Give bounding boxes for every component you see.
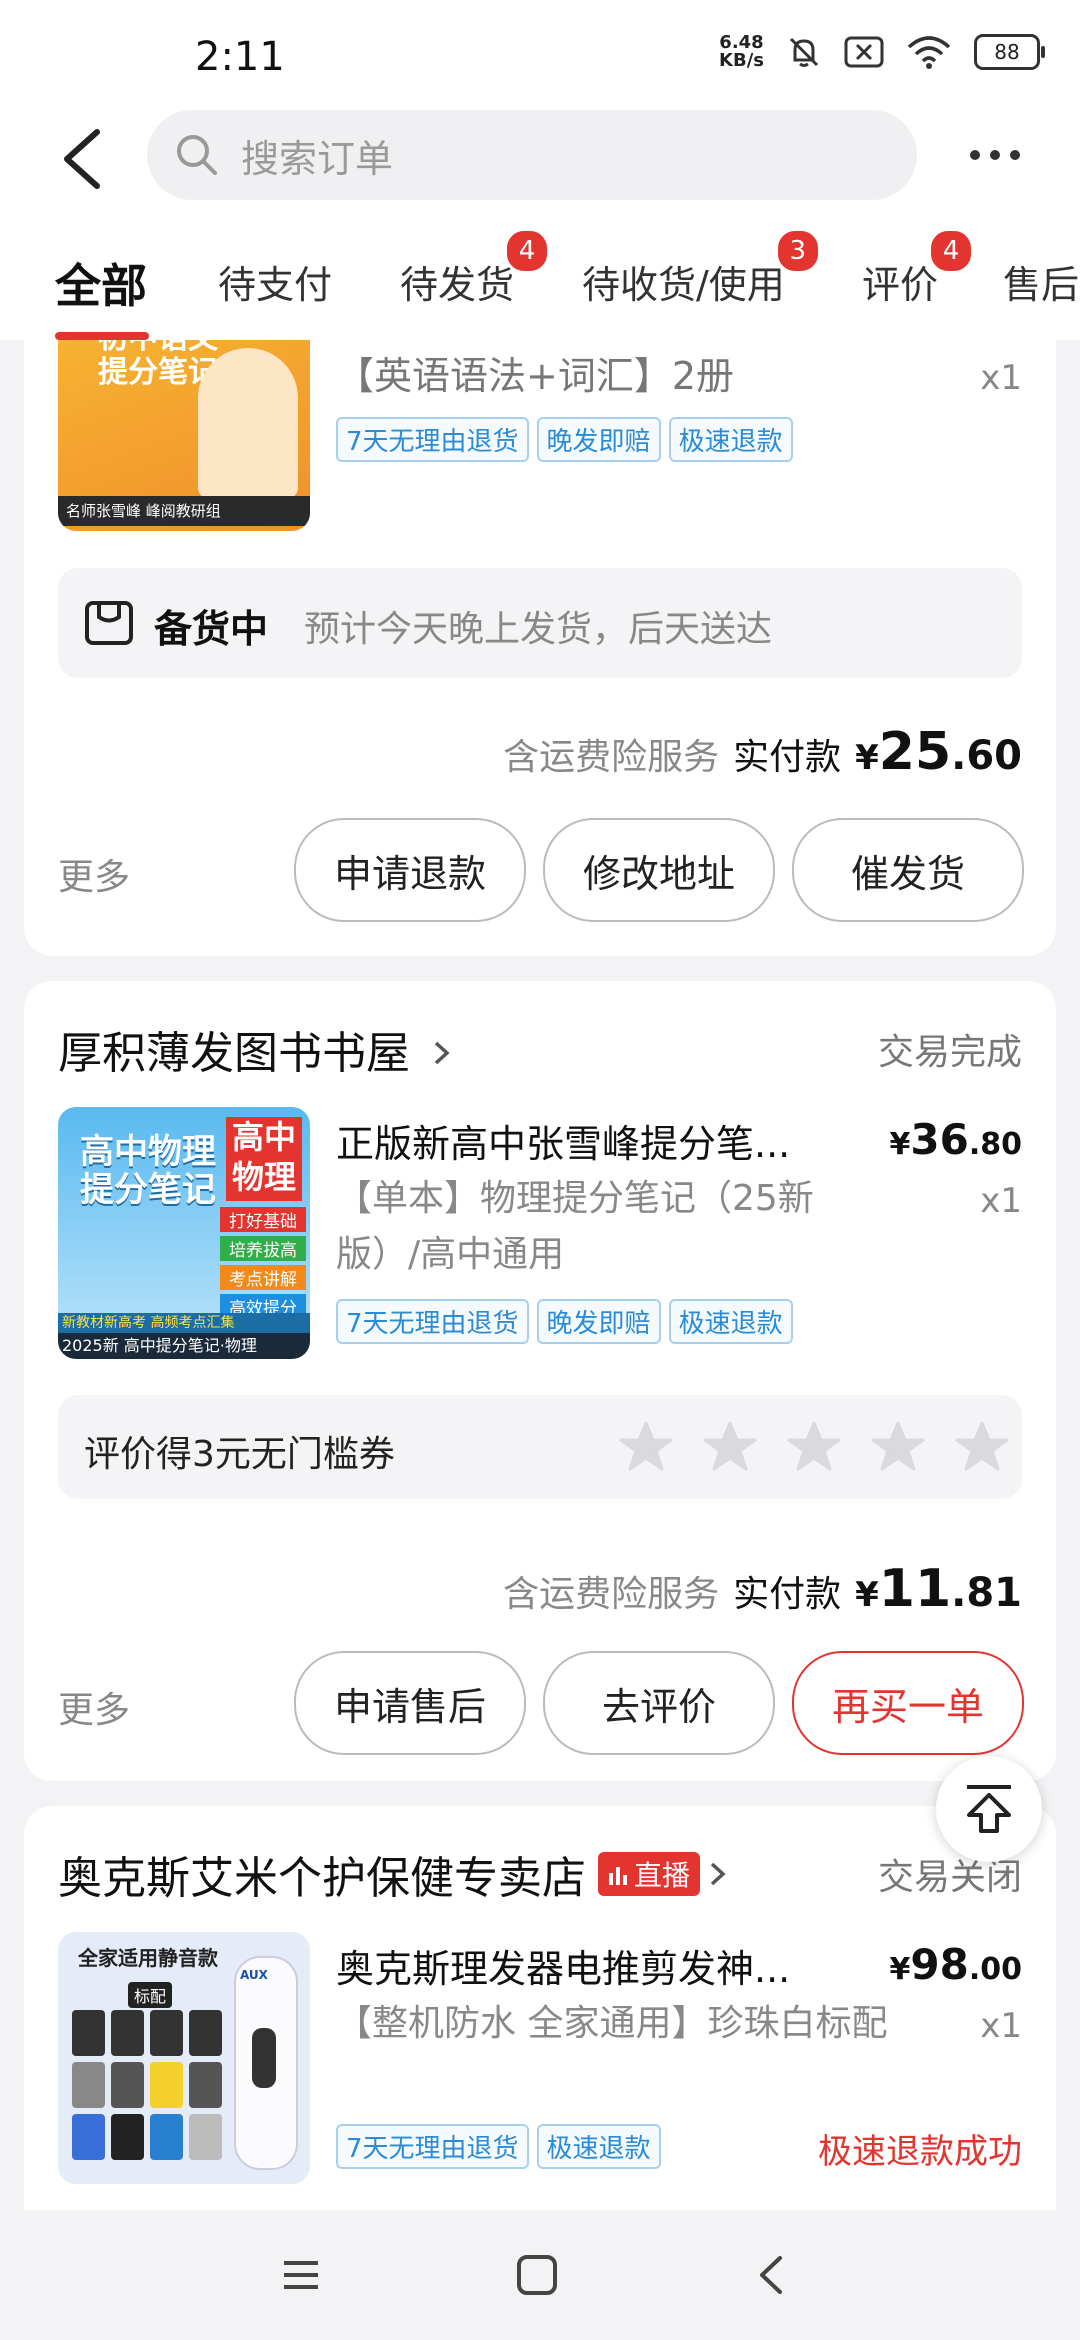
- paid-label: 实付款: [733, 1574, 842, 1615]
- header: 搜索订单: [0, 110, 1080, 230]
- star-icon[interactable]: [954, 1419, 1010, 1475]
- tab-all[interactable]: 全部: [55, 250, 147, 316]
- service-tag: 晚发即赔: [536, 1299, 661, 1344]
- live-badge: 直播: [598, 1852, 701, 1896]
- product-thumbnail[interactable]: 初中语文提分笔记 名师张雪峰 峰阅教研组: [58, 340, 310, 531]
- status-icons: 6.48 KB/s 88: [719, 32, 1045, 71]
- product-thumbnail[interactable]: 高中物理提分笔记 高中物理 打好基础 培养拔高 考点讲解 高效提分 新教材新高考…: [58, 1107, 310, 1359]
- after-sales-button[interactable]: 申请售后: [294, 1651, 526, 1755]
- service-tag: 7天无理由退货: [336, 2124, 529, 2169]
- tab-pending-receipt[interactable]: 待收货/使用 3: [582, 228, 821, 309]
- status-bar: 2:11 6.48 KB/s 88: [0, 0, 1080, 110]
- urge-shipment-button[interactable]: 催发货: [792, 818, 1024, 922]
- sim-blocked-icon: [844, 36, 884, 68]
- tab-badge: 4: [928, 228, 975, 274]
- paid-summary: 含运费险服务 实付款 ¥11.81: [503, 1559, 1022, 1619]
- review-prompt-box[interactable]: 评价得3元无门槛券: [58, 1395, 1022, 1499]
- rating-stars[interactable]: [618, 1419, 1010, 1475]
- network-speed: 6.48 KB/s: [719, 32, 764, 71]
- service-tag: 晚发即赔: [536, 417, 661, 462]
- author-photo: [198, 348, 298, 498]
- refund-status: 极速退款成功: [818, 2132, 1022, 2172]
- product-quantity: x1: [980, 1181, 1022, 1221]
- star-icon[interactable]: [702, 1419, 758, 1475]
- arrow-up-icon: [967, 1785, 1011, 1833]
- insurance-label: 含运费险服务: [503, 1574, 720, 1615]
- wifi-icon: [907, 36, 951, 69]
- paid-amount: ¥25.60: [855, 722, 1022, 782]
- shipping-note: 预计今天晚上发货，后天送达: [304, 609, 773, 650]
- store-name[interactable]: 厚积薄发图书书屋: [58, 1017, 454, 1081]
- order-card: 厚积薄发图书书屋 交易完成 高中物理提分笔记 高中物理 打好基础 培养拔高 考点…: [24, 981, 1056, 1781]
- back-icon[interactable]: [748, 2250, 798, 2300]
- product-thumbnail[interactable]: 全家适用静音款 标配 AUX: [58, 1932, 310, 2184]
- paid-amount: ¥11.81: [855, 1559, 1022, 1619]
- order-status: 交易完成: [877, 1032, 1022, 1073]
- change-address-button[interactable]: 修改地址: [543, 818, 775, 922]
- tab-badge: 3: [774, 228, 821, 274]
- product-quantity: x1: [980, 2006, 1022, 2046]
- product-title[interactable]: 正版新高中张雪峰提分笔...: [336, 1113, 790, 1168]
- shipping-status-box[interactable]: 备货中 预计今天晚上发货，后天送达: [58, 568, 1022, 678]
- star-icon[interactable]: [618, 1419, 674, 1475]
- home-square-icon[interactable]: [512, 2250, 562, 2300]
- mute-bell-icon: [789, 37, 819, 67]
- review-prompt: 评价得3元无门槛券: [84, 1434, 395, 1475]
- back-arrow-icon[interactable]: [52, 124, 122, 194]
- status-time: 2:11: [195, 34, 285, 80]
- service-tags: 7天无理由退货 晚发即赔 极速退款: [336, 1299, 793, 1344]
- store-name[interactable]: 奥克斯艾米个护保健专卖店 直播: [58, 1842, 730, 1906]
- paid-summary: 含运费险服务 实付款 ¥25.60: [503, 722, 1022, 782]
- shipping-status: 备货中: [154, 607, 269, 651]
- more-link[interactable]: 更多: [58, 1681, 130, 1733]
- order-card: 奥克斯艾米个护保健专卖店 直播 交易关闭 全家适用静音款 标配 AUX 奥克斯理…: [24, 1806, 1056, 2210]
- package-icon: [85, 601, 133, 645]
- service-tag: 极速退款: [668, 417, 793, 462]
- product-quantity: x1: [980, 358, 1022, 398]
- menu-icon[interactable]: [276, 2250, 326, 2300]
- battery-indicator: 88: [974, 34, 1045, 70]
- service-tag: 7天无理由退货: [336, 1299, 529, 1344]
- product-title[interactable]: 奥克斯理发器电推剪发神...: [336, 1938, 790, 1993]
- more-options-icon[interactable]: [970, 140, 1030, 170]
- search-input[interactable]: 搜索订单: [147, 110, 917, 200]
- search-icon: [177, 135, 217, 175]
- write-review-button[interactable]: 去评价: [543, 1651, 775, 1755]
- chevron-right-icon: [434, 1041, 450, 1065]
- trimmer-image: AUX: [234, 1956, 298, 2170]
- chevron-right-icon: [710, 1862, 726, 1886]
- insurance-label: 含运费险服务: [503, 737, 720, 778]
- order-list[interactable]: 初中语文提分笔记 名师张雪峰 峰阅教研组 【英语语法+词汇】2册 x1 7天无理…: [0, 340, 1080, 2210]
- product-spec: 【单本】物理提分笔记（25新版）/高中通用: [336, 1178, 814, 1275]
- system-nav-bar: [0, 2210, 1080, 2340]
- product-price: ¥36.80: [889, 1115, 1022, 1164]
- tab-review[interactable]: 评价 4: [862, 228, 975, 309]
- service-tags: 7天无理由退货 极速退款: [336, 2124, 661, 2169]
- back-to-top-button[interactable]: [936, 1756, 1042, 1862]
- live-bars-icon: [609, 1867, 627, 1885]
- service-tag: 极速退款: [536, 2124, 661, 2169]
- service-tag: 极速退款: [668, 1299, 793, 1344]
- more-link[interactable]: 更多: [58, 848, 130, 900]
- tab-pending-shipment[interactable]: 待发货 4: [400, 228, 551, 309]
- star-icon[interactable]: [786, 1419, 842, 1475]
- order-card: 初中语文提分笔记 名师张雪峰 峰阅教研组 【英语语法+词汇】2册 x1 7天无理…: [24, 340, 1056, 956]
- order-tabs: 全部 待支付 待发货 4 待收货/使用 3 评价 4 售后: [0, 228, 1080, 340]
- product-spec: 【整机防水 全家通用】珍珠白标配: [336, 2003, 888, 2044]
- star-icon[interactable]: [870, 1419, 926, 1475]
- service-tags: 7天无理由退货 晚发即赔 极速退款: [336, 417, 793, 462]
- product-price: ¥98.00: [889, 1940, 1022, 1989]
- paid-label: 实付款: [733, 737, 842, 778]
- refund-request-button[interactable]: 申请退款: [294, 818, 526, 922]
- search-placeholder: 搜索订单: [241, 136, 394, 181]
- tab-after-sales[interactable]: 售后: [1003, 254, 1079, 309]
- active-tab-indicator: [55, 332, 149, 340]
- product-spec: 【英语语法+词汇】2册: [336, 354, 735, 398]
- service-tag: 7天无理由退货: [336, 417, 529, 462]
- buy-again-button[interactable]: 再买一单: [792, 1651, 1024, 1755]
- tab-pending-payment[interactable]: 待支付: [218, 254, 332, 309]
- tab-badge: 4: [504, 228, 551, 274]
